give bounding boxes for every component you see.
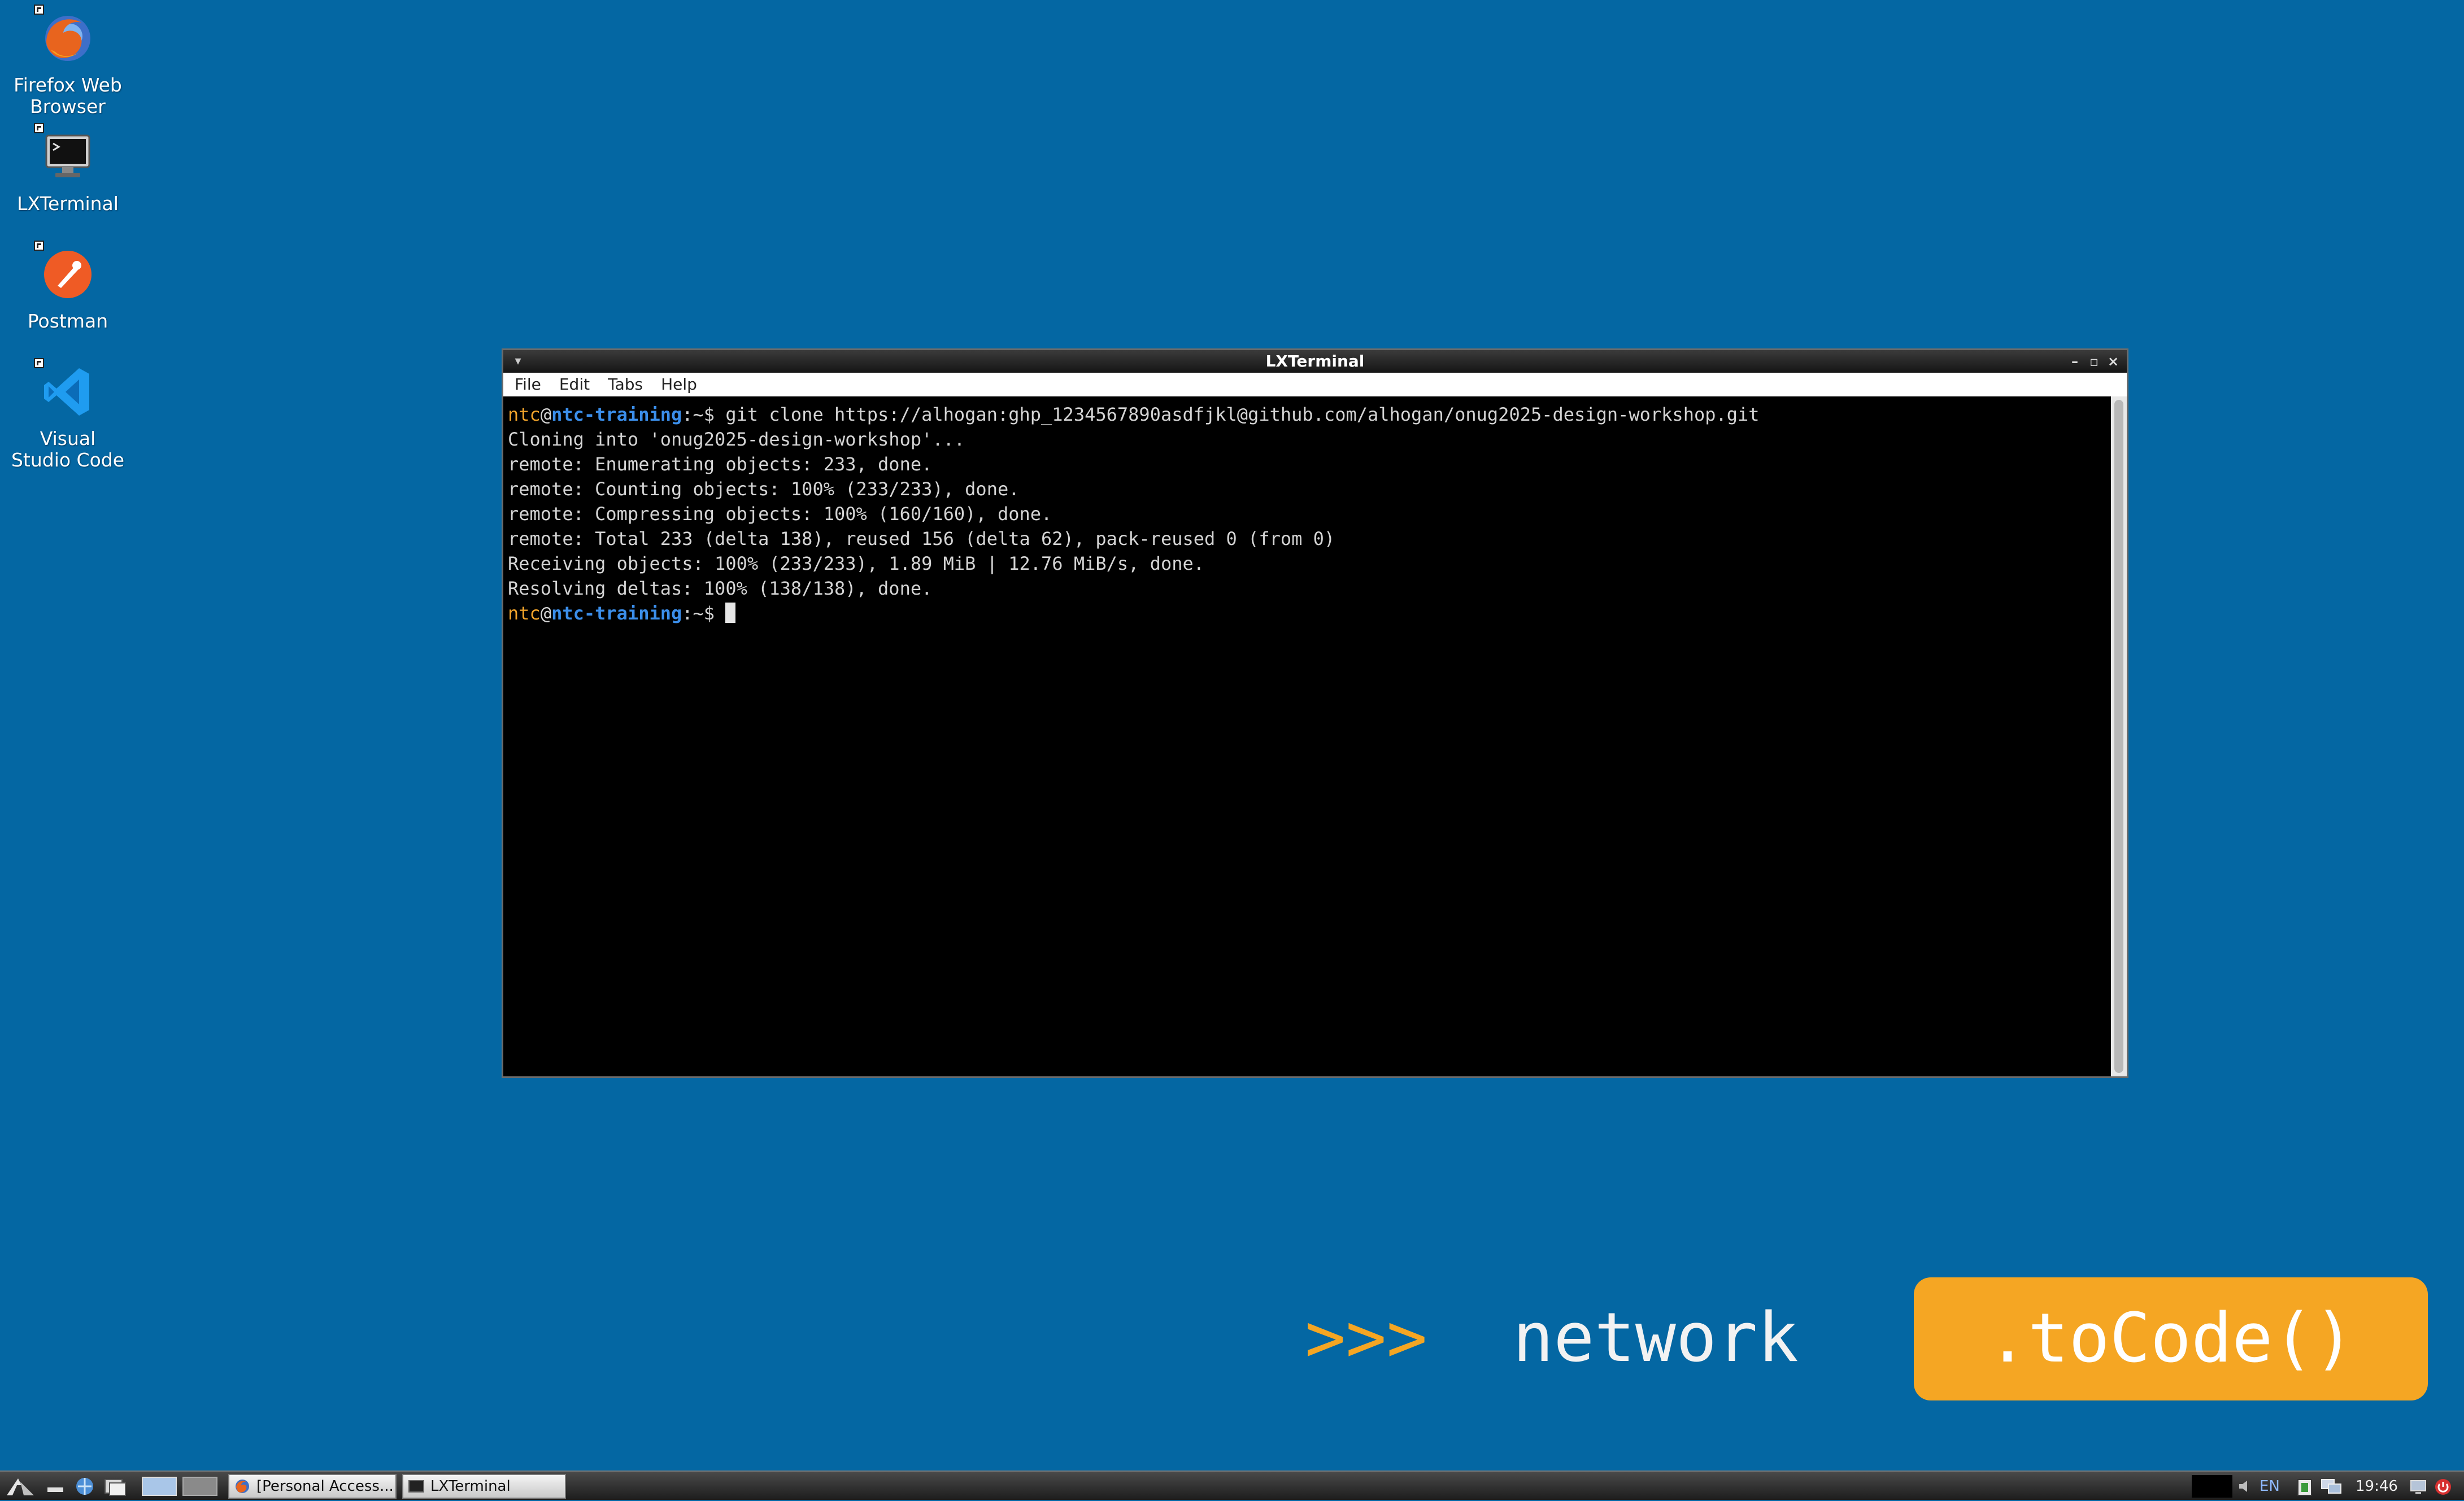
maximize-icon[interactable]: ▫: [2086, 352, 2102, 370]
desktop: Firefox Web Browser LXTerminal Postman V…: [0, 0, 2464, 1471]
desktop-icon-label: LXTerminal: [17, 193, 119, 215]
menu-tabs[interactable]: Tabs: [599, 373, 652, 396]
power-icon[interactable]: [2433, 1477, 2453, 1496]
workspace-1-icon[interactable]: [141, 1475, 177, 1498]
close-icon[interactable]: ×: [2105, 352, 2121, 370]
network-icon[interactable]: [2319, 1477, 2344, 1496]
prompt-host: ntc-training: [551, 404, 682, 425]
prompt-suffix: :~$: [682, 404, 726, 425]
prompt-at: @: [540, 603, 552, 624]
terminal-icon: [34, 123, 96, 185]
workspace-2-icon[interactable]: [182, 1475, 218, 1498]
desktop-icon-lxterminal[interactable]: LXTerminal: [0, 123, 136, 215]
minimize-all-icon[interactable]: [44, 1475, 67, 1498]
minimize-icon[interactable]: –: [2067, 352, 2083, 370]
desktop-icon-label: Firefox Web Browser: [14, 74, 122, 117]
terminal-line: Cloning into 'onug2025-design-workshop'.…: [508, 429, 965, 450]
window-title: LXTerminal: [1265, 352, 1365, 370]
terminal-icon: [408, 1480, 424, 1493]
taskbar: [Personal Access... LXTerminal EN 19:46: [0, 1471, 2464, 1500]
terminal-scrollbar[interactable]: [2111, 396, 2127, 1076]
terminal-command-line: ntc@ntc-training:~$ git clone https://al…: [508, 402, 2106, 427]
desktop-icon-vscode[interactable]: Visual Studio Code: [0, 358, 136, 471]
start-menu-icon[interactable]: [5, 1475, 36, 1498]
menu-file[interactable]: File: [503, 373, 550, 396]
terminal-line: remote: Compressing objects: 100% (160/1…: [508, 503, 1052, 525]
volume-icon[interactable]: [2237, 1478, 2254, 1494]
shortcut-arrow-icon: [34, 5, 44, 15]
prompt-host: ntc-training: [551, 603, 682, 624]
file-manager-icon[interactable]: [103, 1475, 128, 1498]
terminal-line: remote: Enumerating objects: 233, done.: [508, 453, 933, 475]
scrollbar-thumb[interactable]: [2114, 400, 2123, 1073]
prompt-at: @: [540, 404, 552, 425]
menu-help[interactable]: Help: [652, 373, 706, 396]
window-titlebar[interactable]: ▾ LXTerminal – ▫ ×: [503, 350, 2127, 373]
firefox-icon: [236, 1480, 249, 1493]
vscode-icon: [34, 358, 96, 420]
system-tray: EN 19:46: [2189, 1472, 2464, 1501]
logo-word: network: [1513, 1299, 1799, 1377]
postman-icon: [34, 241, 96, 303]
prompt-user: ntc: [508, 404, 541, 425]
keyboard-layout[interactable]: EN: [2260, 1472, 2280, 1501]
terminal-line: remote: Total 233 (delta 138), reused 15…: [508, 528, 1335, 549]
clock[interactable]: 19:46: [2356, 1472, 2398, 1501]
window-menu-icon[interactable]: ▾: [511, 355, 525, 368]
firefox-icon: [34, 5, 96, 67]
prompt-user: ntc: [508, 603, 541, 624]
browser-launcher-icon[interactable]: [73, 1475, 96, 1498]
tray-cpu-monitor: [2192, 1475, 2232, 1498]
desktop-icon-postman[interactable]: Postman: [0, 241, 136, 332]
terminal-line: remote: Counting objects: 100% (233/233)…: [508, 478, 1020, 500]
screen-lock-icon[interactable]: [2409, 1477, 2428, 1496]
shortcut-arrow-icon: [34, 241, 44, 251]
task-label: [Personal Access...: [256, 1478, 394, 1495]
shortcut-arrow-icon: [34, 123, 44, 133]
desktop-icon-label: Visual Studio Code: [11, 427, 125, 471]
task-label: LXTerminal: [430, 1478, 511, 1495]
logo-prompt: >>>: [1305, 1299, 1427, 1377]
desktop-icon-label: Postman: [27, 310, 108, 332]
terminal-line: Receiving objects: 100% (233/233), 1.89 …: [508, 553, 1204, 574]
prompt-suffix: :~$: [682, 603, 726, 624]
terminal-prompt-line: ntc@ntc-training:~$: [508, 601, 2106, 626]
window-menubar: File Edit Tabs Help: [503, 373, 2127, 396]
clipboard-icon[interactable]: [2296, 1477, 2314, 1496]
text-cursor: [725, 603, 736, 623]
task-firefox[interactable]: [Personal Access...: [228, 1474, 397, 1499]
task-lxterminal[interactable]: LXTerminal: [402, 1474, 566, 1499]
terminal-line: Resolving deltas: 100% (138/138), done.: [508, 578, 933, 599]
shortcut-arrow-icon: [34, 358, 44, 368]
desktop-icon-firefox[interactable]: Firefox Web Browser: [0, 5, 136, 117]
terminal-output[interactable]: ntc@ntc-training:~$ git clone https://al…: [503, 396, 2111, 1076]
logo-pill: .toCode(): [1914, 1277, 2428, 1400]
network-to-code-logo: >>> network .toCode(): [1305, 1277, 2435, 1400]
terminal-command: git clone https://alhogan:ghp_1234567890…: [725, 404, 1760, 425]
lxterminal-window[interactable]: ▾ LXTerminal – ▫ × File Edit Tabs Help ntc@…: [502, 348, 2128, 1078]
menu-edit[interactable]: Edit: [550, 373, 599, 396]
